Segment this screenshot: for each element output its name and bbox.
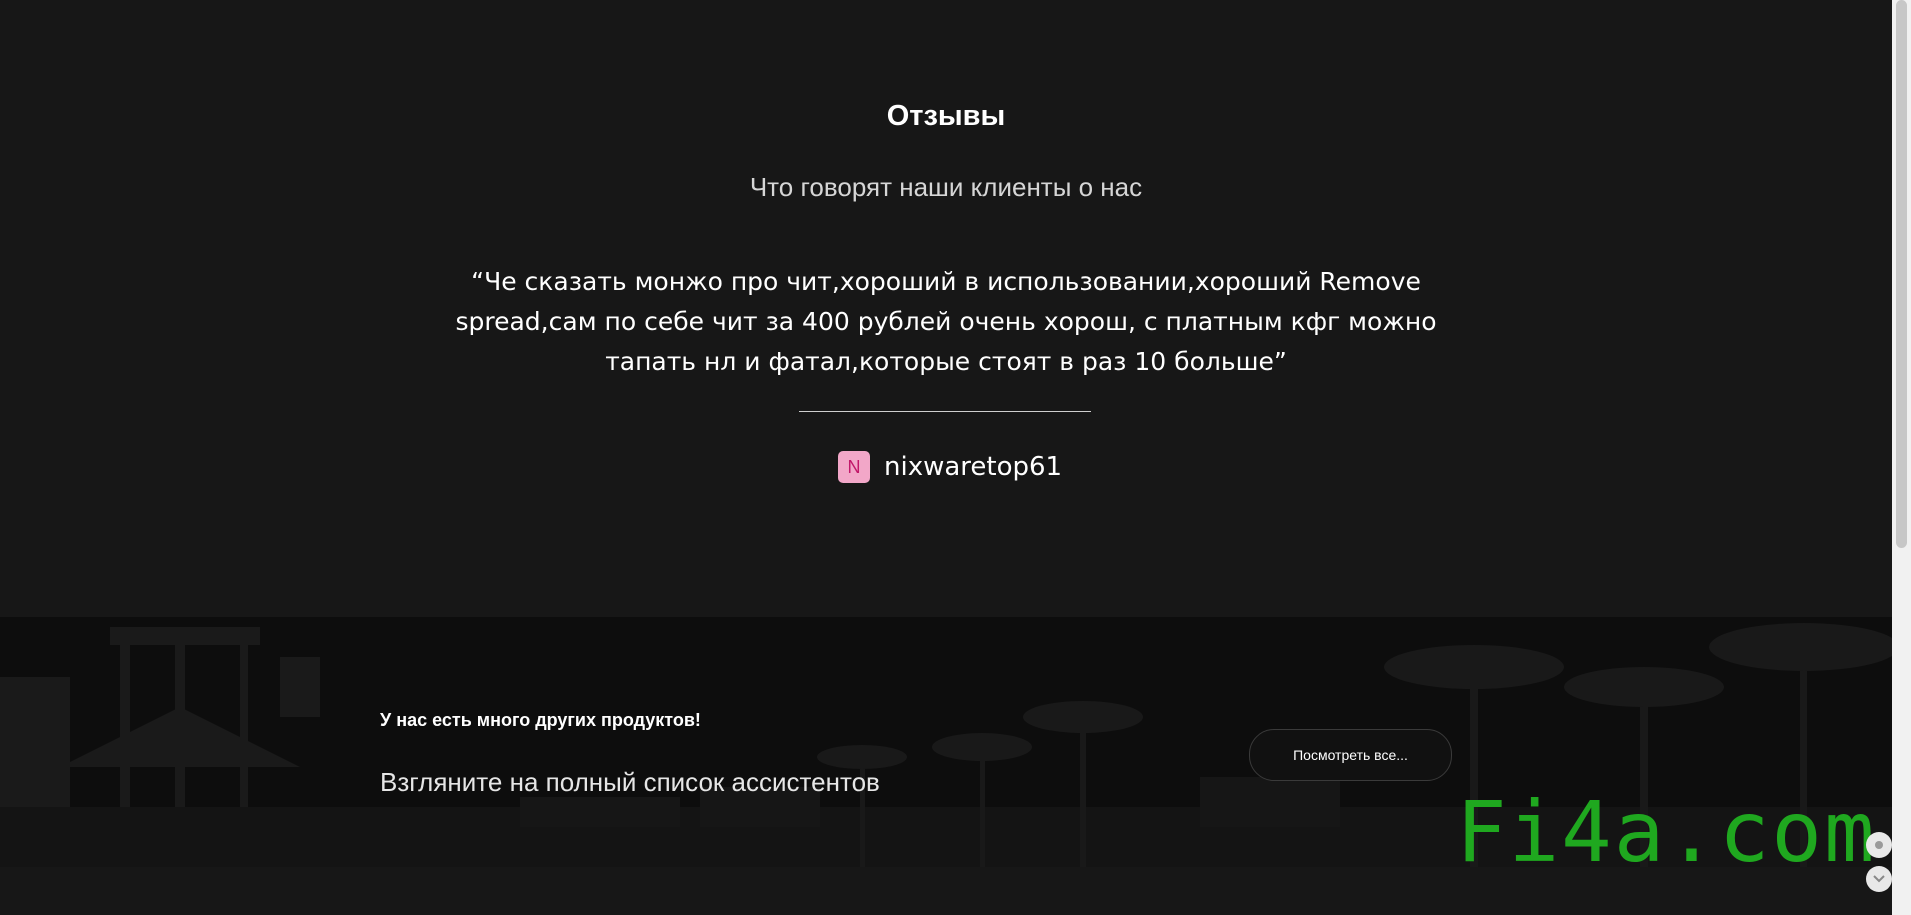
- reviews-title: Отзывы: [886, 100, 1006, 132]
- chevron-down-icon[interactable]: [1866, 866, 1892, 892]
- page: Отзывы Что говорят наши клиенты о нас “Ч…: [0, 0, 1911, 915]
- banner-text: Взгляните на полный список ассистентов: [380, 767, 880, 797]
- avatar: N: [838, 451, 870, 483]
- review-author: N nixwaretop61: [838, 450, 1062, 484]
- reviews-subtitle: Что говорят наши клиенты о нас: [749, 172, 1143, 202]
- author-name: nixwaretop61: [884, 452, 1063, 482]
- reviews-section: Отзывы Что говорят наши клиенты о нас “Ч…: [0, 0, 1892, 617]
- scrollbar[interactable]: [1892, 0, 1911, 915]
- dot-icon[interactable]: [1866, 832, 1892, 858]
- watermark: Fi4a.com: [1456, 783, 1877, 881]
- review-quote: “Че сказать монжо про чит,хороший в испо…: [455, 267, 1437, 376]
- view-all-button[interactable]: Посмотреть все...: [1249, 729, 1452, 781]
- scrollbar-thumb[interactable]: [1896, 0, 1907, 548]
- banner-heading: У нас есть много других продуктов!: [380, 710, 701, 730]
- review-divider: [799, 411, 1091, 412]
